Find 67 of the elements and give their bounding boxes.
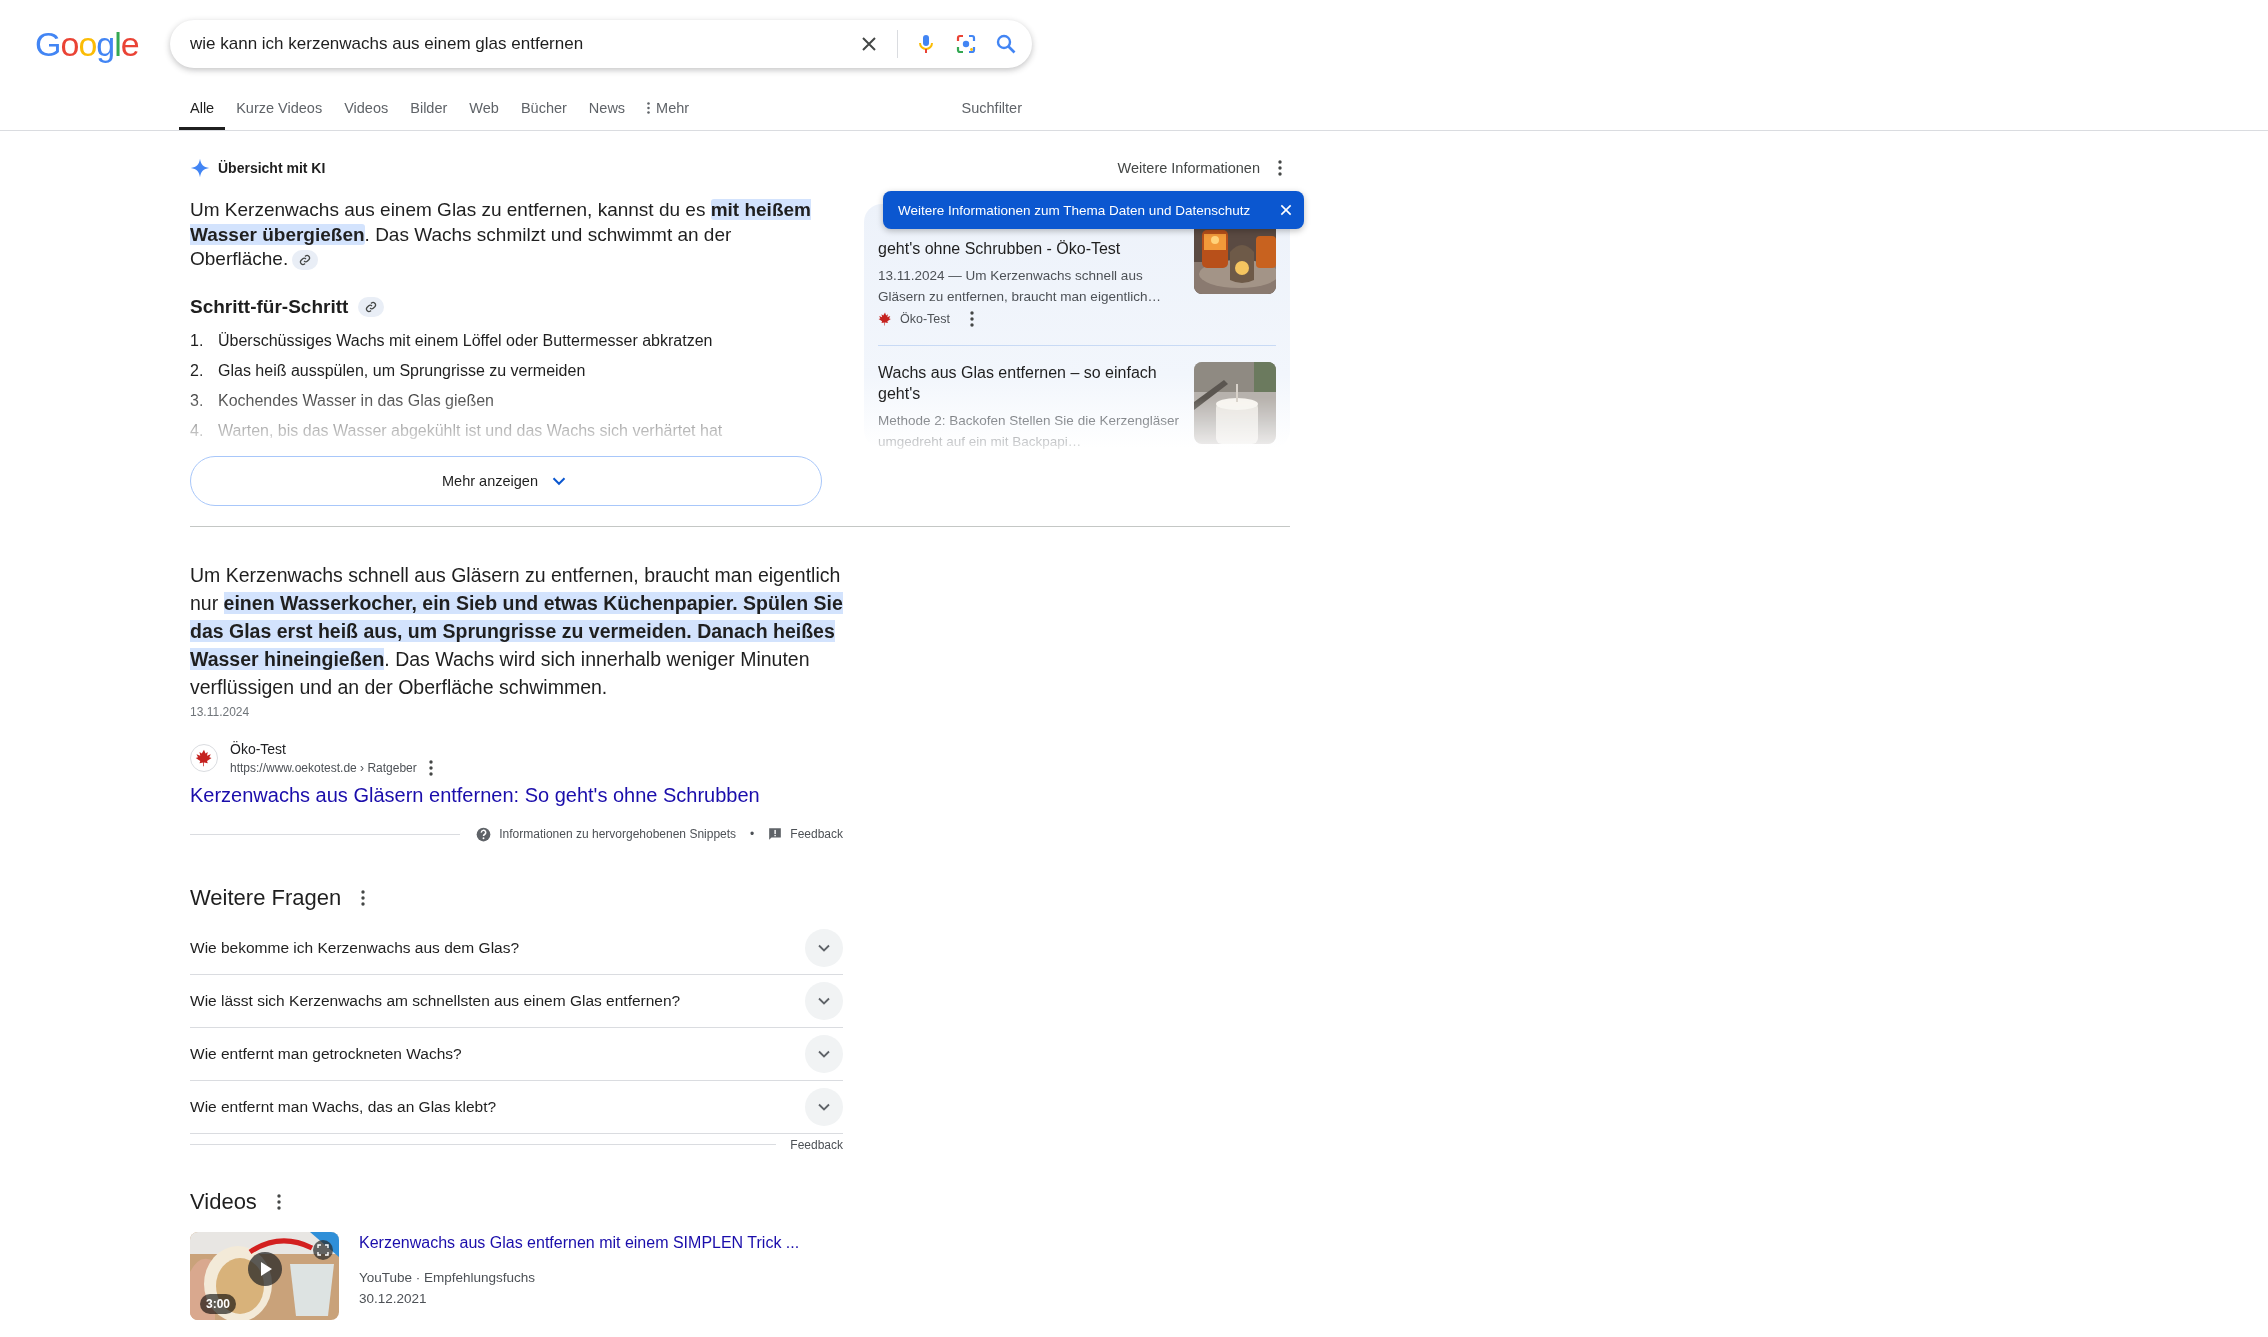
feedback-icon[interactable] (768, 827, 783, 841)
link-icon (365, 300, 378, 313)
search-icon[interactable] (994, 32, 1018, 56)
more-options-icon[interactable] (428, 759, 433, 776)
video-duration: 3:00 (200, 1293, 237, 1314)
search-tools-button[interactable]: Suchfilter (951, 100, 1032, 130)
link-chip[interactable] (292, 250, 319, 270)
feedback-link[interactable]: Feedback (790, 1137, 843, 1152)
expand-icon[interactable] (313, 1239, 333, 1260)
search-field[interactable]: wie kann ich kerzenwachs aus einem glas entfernen (170, 20, 1032, 68)
step-text: Glas heiß ausspülen, um Sprungrisse zu vermeiden (218, 361, 586, 380)
more-options-icon[interactable] (970, 311, 974, 327)
search-tab[interactable]: Web (458, 100, 510, 130)
step-text: Warten, bis das Wasser abgekühlt ist und das Wachs sich verhärtet hat (218, 421, 723, 440)
search-tab[interactable]: Bücher (509, 100, 578, 130)
source-url[interactable]: https://www.oekotest.de › Ratgeber (230, 760, 417, 775)
leaf-icon (878, 312, 892, 326)
step-number: 2. (190, 361, 205, 380)
step-text: Kochendes Wasser in das Glas gießen (218, 391, 494, 410)
source-snippet: 13.11.2024 — Um Kerzenwachs schnell aus Gläsern zu entfernen, braucht man eigentlich… (878, 267, 1162, 306)
separator-dot: • (750, 827, 755, 841)
search-tab[interactable]: Bilder (399, 100, 459, 130)
video-source: YouTube · Empfehlungsfuchs (359, 1269, 537, 1285)
section-title: Videos (190, 1188, 257, 1215)
search-tab[interactable]: Videos (333, 100, 400, 130)
more-options-icon[interactable] (1278, 160, 1282, 176)
step-text: Überschüssiges Wachs mit einem Löffel oder Buttermesser abkratzen (218, 331, 713, 350)
source-title[interactable]: Wachs aus Glas entfernen – so einfach geht's (878, 362, 1180, 404)
menu-dots-icon (647, 102, 651, 114)
tooltip: Weitere Informationen zum Thema Daten und Datenschutz (883, 191, 1304, 229)
more-info-link[interactable]: Weitere Informationen (1117, 160, 1260, 176)
link-icon (299, 254, 312, 266)
search-tab[interactable]: Kurze Videos (225, 100, 334, 130)
question-text[interactable]: Wie entfernt man Wachs, das an Glas klebt? (190, 1097, 497, 1116)
link-chip[interactable] (358, 296, 385, 317)
section-title: Übersicht mit KI (218, 160, 326, 176)
step-number: 1. (190, 331, 205, 350)
help-icon[interactable] (476, 826, 492, 842)
source-title[interactable]: geht's ohne Schrubben - Öko-Test (878, 238, 1180, 259)
logo[interactable]: Google (35, 24, 170, 64)
video-title[interactable]: Kerzenwachs aus Glas entfernen mit einem SIMPLEN Trick ... (359, 1233, 800, 1252)
snippet-date: 13.11.2024 (190, 704, 251, 719)
close-icon[interactable] (1278, 202, 1294, 218)
steps-heading: Schritt-für-Schritt (190, 295, 349, 318)
sparkle-icon (190, 158, 210, 178)
camera-icon[interactable] (954, 32, 978, 56)
video-date: 30.12.2021 (359, 1290, 428, 1306)
source-name: Öko-Test (900, 312, 950, 326)
step-number: 3. (190, 391, 205, 410)
step-number: 4. (190, 421, 205, 440)
play-icon[interactable] (248, 1251, 282, 1286)
leaf-icon (195, 749, 213, 767)
search-tab[interactable]: Alle (179, 100, 226, 130)
section-title: Weitere Fragen (190, 884, 342, 911)
result-link[interactable]: Kerzenwachs aus Gläsern entfernen: So geht's ohne Schrubben (190, 783, 760, 807)
question-text[interactable]: Wie lässt sich Kerzenwachs am schnellsten aus einem Glas entfernen? (190, 991, 681, 1010)
more-options-icon[interactable] (361, 889, 366, 906)
more-options-icon[interactable] (276, 1193, 281, 1210)
search-tab[interactable]: News (577, 100, 637, 130)
question-text[interactable]: Wie bekomme ich Kerzenwachs aus dem Glas? (190, 938, 520, 957)
feedback-link[interactable]: Feedback (790, 827, 843, 841)
snippet-info-link[interactable]: Informationen zu hervorgehobenen Snippets (499, 827, 737, 841)
summary-text: Um Kerzenwachs aus einem Glas zu entfernen, kannst du es mit heißem Wasser übergießen. Das Wachs schmilzt und schwimmt an der Oberfläche. (190, 198, 812, 272)
source-name[interactable]: Öko-Test (230, 740, 433, 757)
show-more-button[interactable]: Mehr anzeigen (190, 455, 822, 506)
more-menu-tab[interactable]: Mehr (636, 100, 701, 130)
question-text[interactable]: Wie entfernt man getrockneten Wachs? (190, 1044, 462, 1063)
